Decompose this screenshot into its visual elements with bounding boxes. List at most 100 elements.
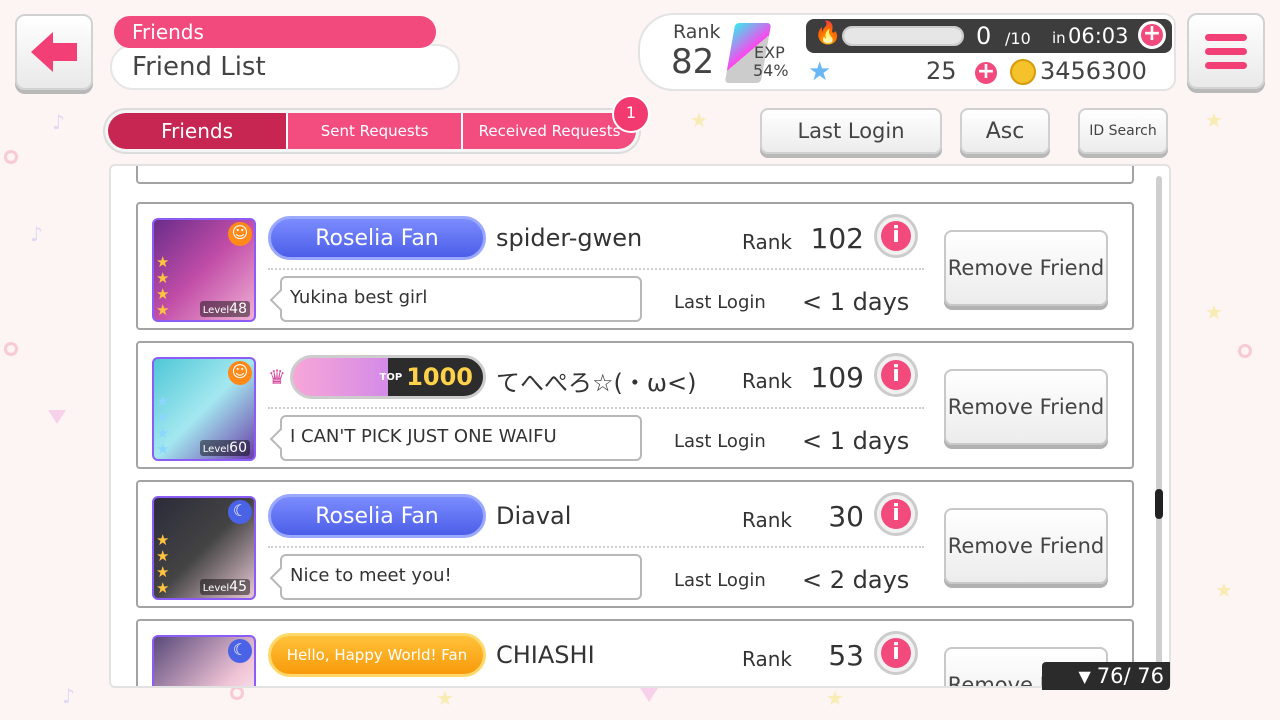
event-rank-badge: TOP 1000	[290, 355, 486, 399]
player-status-panel: Rank 82 EXP 54% 🔥 0 /10 in 06:03 + ★ 25 …	[638, 13, 1176, 91]
friend-comment: Nice to meet you!	[280, 554, 642, 600]
avatar[interactable]: ☾ ★ ★ ★ ★ Level45	[152, 496, 256, 600]
friend-rank: 30	[828, 500, 864, 533]
background-ring-icon	[230, 686, 244, 700]
background-ring-icon	[4, 342, 18, 356]
card-level: Level45	[199, 579, 250, 595]
level-value: 60	[229, 440, 247, 456]
friend-count-box: ▼ 76/ 76	[1042, 662, 1170, 690]
happy-attribute-icon: ☺	[228, 222, 252, 246]
rank-label: Rank	[742, 369, 792, 393]
friend-name: てへぺろ☆(・ω<)	[496, 369, 697, 397]
star-gem-icon: ★	[808, 57, 832, 87]
background-note-icon: ♪	[30, 222, 43, 246]
player-rank: 82	[671, 42, 715, 82]
friend-rank: 109	[810, 361, 864, 394]
info-button[interactable]: i	[874, 353, 918, 397]
background-triangle-icon	[640, 688, 658, 702]
info-button[interactable]: i	[874, 631, 918, 675]
card-level: Level48	[199, 301, 250, 317]
menu-icon-bar	[1205, 61, 1247, 69]
avatar[interactable]: ☺ ★ ★ ★ ★ Level60	[152, 357, 256, 461]
back-button[interactable]	[15, 14, 93, 90]
last-login-value: < 1 days	[802, 288, 910, 316]
level-prefix: Level	[202, 305, 230, 316]
menu-icon-bar	[1205, 47, 1247, 55]
rarity-stars: ★ ★ ★ ★	[156, 253, 170, 319]
friend-name: CHIASHI	[496, 641, 595, 669]
friend-name: spider-gwen	[496, 224, 643, 252]
stamina-track	[842, 26, 964, 46]
stamina-value: 0	[976, 22, 992, 50]
tab-received-requests[interactable]: Received Requests	[463, 113, 636, 149]
remove-friend-button[interactable]: Remove Friend	[944, 230, 1108, 306]
coin-count: 3456300	[1040, 57, 1147, 85]
background-ring-icon	[1238, 344, 1252, 358]
tab-friends[interactable]: Friends	[108, 113, 289, 149]
cool-attribute-icon: ☾	[228, 500, 252, 524]
divider	[268, 546, 924, 548]
rank-label: Rank	[742, 647, 792, 671]
background-note-icon: ♪	[62, 684, 75, 708]
sort-mode-button[interactable]: Last Login	[760, 108, 942, 154]
info-button[interactable]: i	[874, 214, 918, 258]
scroll-thumb[interactable]	[1155, 489, 1163, 519]
background-star-icon: ★	[1215, 578, 1233, 602]
stamina-max: /10	[1005, 29, 1031, 48]
stamina-bar: 🔥 0 /10 in 06:03 +	[806, 19, 1172, 53]
last-login-label: Last Login	[674, 292, 766, 313]
avatar[interactable]: ☺ ★ ★ ★ ★ Level48	[152, 218, 256, 322]
last-login-value: < 1 days	[802, 427, 910, 455]
friend-name: Diaval	[496, 502, 572, 530]
last-login-label: Last Login	[674, 570, 766, 591]
happy-attribute-icon: ☺	[228, 361, 252, 385]
rarity-stars: ★ ★ ★ ★	[156, 531, 170, 597]
section-tag: Friends	[114, 16, 436, 48]
person-icon: ▼	[1078, 666, 1091, 686]
friend-card: ☾ ★ ★ ★ ★ Level45 Roselia Fan Diaval Rank 3…	[136, 480, 1134, 608]
band-fan-badge: Hello, Happy World! Fan	[268, 633, 486, 677]
crown-icon: ♛	[268, 365, 286, 389]
flame-icon: 🔥	[814, 21, 842, 46]
page-header: Friend List Friends	[110, 14, 462, 90]
band-fan-badge: Roselia Fan	[268, 216, 486, 260]
scrollbar[interactable]	[1155, 176, 1163, 676]
background-triangle-icon	[48, 410, 66, 424]
divider	[268, 407, 924, 409]
info-icon: i	[881, 499, 911, 529]
event-rank-prefix: TOP	[379, 371, 403, 383]
friend-count: 76/ 76	[1096, 664, 1164, 688]
sort-order-button[interactable]: Asc	[960, 108, 1050, 154]
arrow-left-icon	[31, 32, 77, 72]
exp-percent: 54%	[753, 61, 789, 80]
remove-friend-button[interactable]: Remove Friend	[944, 508, 1108, 584]
page-title: Friend List	[110, 44, 460, 90]
received-requests-badge: 1	[612, 95, 650, 133]
event-rank-value: 1000	[406, 363, 473, 391]
friend-tabs: Friends Sent Requests Received Requests	[103, 108, 641, 154]
friend-comment: I CAN'T PICK JUST ONE WAIFU	[280, 415, 642, 461]
background-star-icon: ★	[690, 108, 708, 132]
add-stars-button[interactable]: +	[972, 59, 1000, 87]
background-note-icon: ♪	[52, 110, 65, 134]
id-search-button[interactable]: ID Search	[1078, 108, 1168, 154]
avatar[interactable]: ☾	[152, 635, 256, 686]
info-button[interactable]: i	[874, 492, 918, 536]
add-stamina-button[interactable]: +	[1138, 21, 1166, 49]
menu-icon	[1205, 33, 1247, 41]
card-level: Level60	[199, 440, 250, 456]
divider	[268, 268, 924, 270]
level-prefix: Level	[202, 583, 230, 594]
band-fan-badge: Roselia Fan	[268, 494, 486, 538]
exp-label: EXP	[754, 43, 785, 62]
info-icon: i	[881, 638, 911, 668]
tab-sent-requests[interactable]: Sent Requests	[288, 113, 464, 149]
friend-rank: 53	[828, 639, 864, 672]
menu-button[interactable]	[1187, 13, 1265, 89]
background-star-icon: ★	[436, 686, 454, 710]
cool-attribute-icon: ☾	[228, 639, 252, 663]
rarity-stars: ★ ★ ★ ★	[156, 392, 170, 458]
friend-list[interactable]: ☺ ★ ★ ★ ★ Level48 Roselia Fan spider-gwen R…	[109, 164, 1171, 688]
remove-friend-button[interactable]: Remove Friend	[944, 369, 1108, 445]
coin-icon	[1010, 59, 1036, 85]
